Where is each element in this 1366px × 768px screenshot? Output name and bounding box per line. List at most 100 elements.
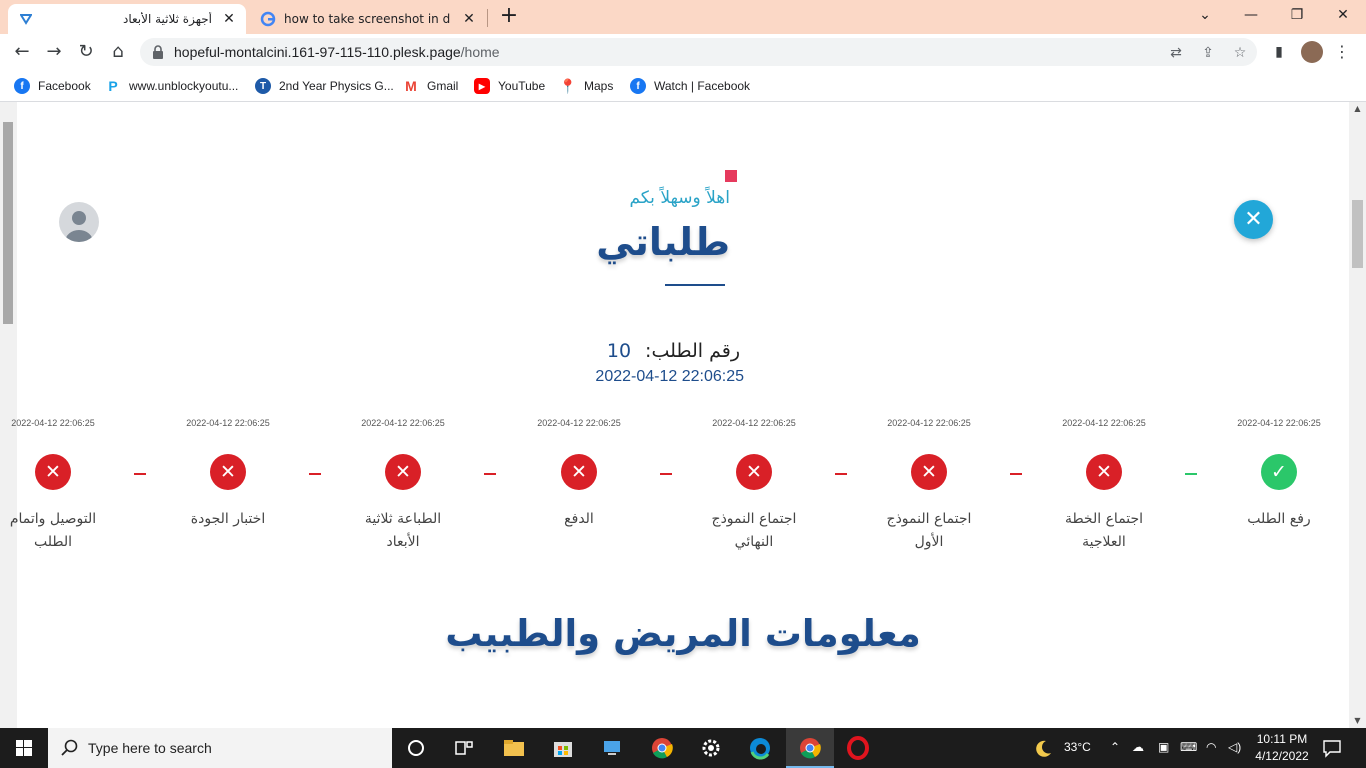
onedrive-cloud-icon[interactable]: ☁ (1132, 740, 1144, 754)
lock-icon[interactable] (152, 44, 166, 60)
translate-icon[interactable]: ⇄ (1167, 44, 1185, 62)
chrome-icon[interactable] (650, 736, 674, 760)
scroll-down-arrow-icon[interactable]: ▼ (1349, 714, 1366, 728)
settings-gear-icon[interactable] (699, 736, 723, 760)
wifi-icon[interactable]: ◠ (1206, 740, 1216, 754)
tab-title: أجهزة ثلاثية الأبعاد (122, 12, 212, 26)
user-avatar[interactable] (59, 202, 99, 242)
meet-now-icon[interactable]: ▣ (1158, 740, 1169, 754)
bookmark-physics[interactable]: T 2nd Year Physics G... (255, 76, 394, 96)
share-icon[interactable]: ⇪ (1199, 44, 1217, 62)
this-pc-icon[interactable] (600, 736, 624, 760)
x-icon: ✕ (385, 454, 421, 490)
step-connector (484, 473, 496, 475)
close-window-button[interactable]: ✕ (1320, 0, 1366, 30)
step-connector (1185, 473, 1197, 475)
x-icon: ✕ (736, 454, 772, 490)
home-button[interactable]: ⌂ (106, 40, 130, 64)
decorative-square (725, 170, 737, 182)
step-date: 2022-04-12 22:06:25 (1237, 418, 1321, 428)
profile-avatar[interactable] (1301, 41, 1323, 63)
address-bar[interactable]: hopeful-montalcini.161-97-115-110.plesk.… (140, 38, 1257, 66)
edge-icon[interactable] (748, 736, 772, 760)
browser-toolbar: ← → ↻ ⌂ hopeful-montalcini.161-97-115-11… (0, 34, 1366, 70)
scrollbar-thumb[interactable] (1352, 200, 1363, 268)
bookmark-label: Maps (584, 79, 614, 93)
scroll-up-arrow-icon[interactable]: ▲ (1349, 102, 1366, 116)
step-label: اجتماع النموذج الأول (886, 511, 972, 550)
url-path: /home (460, 44, 500, 60)
bookmark-facebook[interactable]: f Facebook (14, 76, 91, 96)
url-host: hopeful-montalcini.161-97-115-110.plesk.… (174, 44, 461, 60)
start-button[interactable] (0, 728, 48, 768)
chrome-menu-icon[interactable]: ⋮ (1334, 41, 1350, 63)
scrollbar-thumb[interactable] (3, 122, 13, 324)
back-button[interactable]: ← (10, 40, 34, 64)
youtube-icon: ▶ (474, 78, 490, 94)
step-label: التوصيل واتمام الطلب (9, 511, 97, 550)
url-text[interactable]: hopeful-montalcini.161-97-115-110.plesk.… (174, 44, 500, 60)
reload-button[interactable]: ↻ (74, 40, 98, 64)
page-title: طلباتي (596, 220, 730, 264)
tab-search-icon[interactable]: ⌄ (1182, 0, 1228, 30)
side-panel-icon[interactable]: ▮ (1267, 40, 1291, 64)
bookmark-label: Facebook (38, 79, 91, 93)
bookmark-label: Watch | Facebook (654, 79, 751, 93)
step-label: رفع الطلب (1247, 511, 1311, 527)
restore-button[interactable]: ❐ (1274, 0, 1320, 30)
horizontal-scroll-area[interactable] (0, 102, 17, 728)
order-number-label: رقم الطلب: (645, 340, 740, 362)
google-icon (260, 11, 276, 27)
bookmark-star-icon[interactable]: ☆ (1231, 44, 1249, 62)
minimize-button[interactable]: — (1228, 0, 1274, 30)
file-explorer-icon[interactable] (502, 736, 526, 760)
clock-date: 4/12/2022 (1255, 749, 1309, 763)
title-underline (665, 284, 725, 286)
tab-close-icon[interactable]: ✕ (460, 10, 478, 28)
bookmark-label: www.unblockyoutu... (129, 79, 239, 93)
input-method-icon[interactable]: ⌨ (1180, 740, 1197, 754)
weather-moon-icon[interactable] (1032, 738, 1054, 758)
bookmark-gmail[interactable]: M Gmail (403, 76, 458, 96)
check-icon: ✓ (1261, 454, 1297, 490)
chrome-icon (800, 738, 821, 759)
volume-icon[interactable]: ◁) (1228, 740, 1241, 754)
step-date: 2022-04-12 22:06:25 (11, 418, 95, 428)
tab-active[interactable]: أجهزة ثلاثية الأبعاد ✕ (8, 4, 246, 34)
bookmark-watch-facebook[interactable]: f Watch | Facebook (630, 76, 750, 96)
browser-title-bar: أجهزة ثلاثية الأبعاد ✕ how to take scree… (0, 0, 1366, 34)
site-favicon-icon (18, 11, 34, 27)
user-silhouette-icon (65, 211, 93, 242)
notifications-icon[interactable] (1322, 738, 1342, 758)
tab-separator (487, 9, 488, 27)
show-hidden-icons-icon[interactable]: ⌃ (1110, 740, 1120, 754)
page-viewport: ▲ ▼ ✕ اهلاً وسهلاً بكم طلباتي رقم الطلب:… (0, 102, 1366, 728)
task-view-icon[interactable] (452, 736, 476, 760)
clock-time: 10:11 PM (1256, 732, 1308, 746)
taskbar-search-box[interactable]: Type here to search (48, 728, 392, 768)
opera-icon[interactable] (846, 736, 870, 760)
bookmark-label: Gmail (427, 79, 459, 93)
temperature[interactable]: 33°C (1064, 740, 1091, 754)
facebook-icon: f (630, 78, 646, 94)
chrome-taskbar-active[interactable] (786, 728, 834, 768)
x-icon: ✕ (210, 454, 246, 490)
bookmark-label: 2nd Year Physics G... (279, 79, 394, 93)
system-clock[interactable]: 10:11 PM 4/12/2022 (1252, 731, 1312, 765)
forward-button[interactable]: → (42, 40, 66, 64)
step-label: اجتماع الخطة العلاجية (1064, 511, 1144, 550)
tab-close-icon[interactable]: ✕ (220, 10, 238, 28)
bookmark-youtube[interactable]: ▶ YouTube (474, 76, 545, 96)
tab-inactive[interactable]: how to take screenshot in dell lap ✕ (250, 4, 486, 34)
cortana-icon[interactable] (404, 736, 428, 760)
bookmark-unblockyoutube[interactable]: Pwww.unblockyoutu... (105, 76, 238, 96)
search-placeholder: Type here to search (88, 740, 212, 756)
new-tab-button[interactable]: + (497, 5, 521, 29)
bookmark-maps[interactable]: 📍 Maps (559, 76, 614, 96)
close-button[interactable]: ✕ (1234, 200, 1273, 239)
step-connector (134, 473, 146, 475)
tab-title: how to take screenshot in dell lap (284, 12, 450, 26)
microsoft-store-icon[interactable] (551, 736, 575, 760)
step-connector (835, 473, 847, 475)
vertical-scrollbar[interactable]: ▲ ▼ (1349, 102, 1366, 728)
